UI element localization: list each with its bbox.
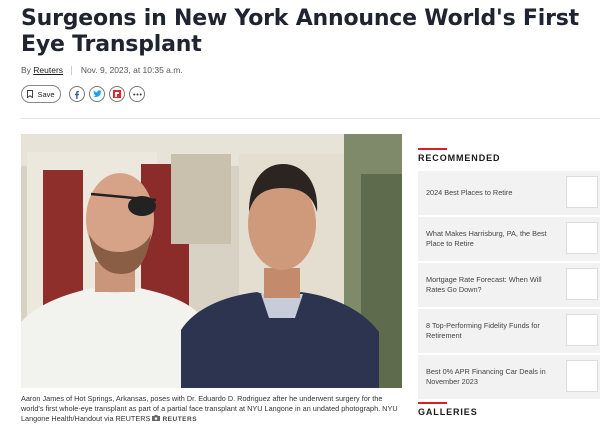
camera-icon <box>152 415 161 421</box>
byline-divider <box>71 66 73 76</box>
recommended-item[interactable]: 8 Top-Performing Fidelity Funds for Reti… <box>418 309 600 354</box>
author-link[interactable]: Reuters <box>33 65 63 75</box>
twitter-icon <box>92 90 102 97</box>
recommended-list: 2024 Best Places to Retire What Makes Ha… <box>418 171 600 401</box>
recommended-item[interactable]: What Makes Harrisburg, PA, the Best Plac… <box>418 217 600 262</box>
recommended-item-thumbnail[interactable] <box>566 222 598 254</box>
byline: By Reuters Nov. 9, 2023, at 10:35 a.m. <box>21 65 183 76</box>
save-label: Save <box>37 89 55 99</box>
recommended-item-title[interactable]: 8 Top-Performing Fidelity Funds for Reti… <box>426 309 561 353</box>
more-share-button[interactable] <box>129 86 145 102</box>
recommended-item-thumbnail[interactable] <box>566 268 598 300</box>
recommended-item[interactable]: Mortgage Rate Forecast: When Will Rates … <box>418 263 600 308</box>
recommended-item-thumbnail[interactable] <box>566 360 598 392</box>
header-divider <box>21 118 600 119</box>
save-button[interactable]: Save <box>21 85 61 103</box>
recommended-item-thumbnail[interactable] <box>566 314 598 346</box>
recommended-item[interactable]: Best 0% APR Financing Car Deals in Novem… <box>418 355 600 400</box>
flipboard-share-button[interactable] <box>109 86 125 102</box>
article-title: Surgeons in New York Announce World's Fi… <box>21 6 579 57</box>
recommended-item-thumbnail[interactable] <box>566 176 598 208</box>
recommended-item[interactable]: 2024 Best Places to Retire <box>418 171 600 216</box>
recommended-item-title[interactable]: What Makes Harrisburg, PA, the Best Plac… <box>426 217 561 261</box>
article-actions: Save <box>21 84 149 104</box>
recommended-heading: RECOMMENDED <box>418 153 501 163</box>
galleries-heading: GALLERIES <box>418 407 478 417</box>
recommended-item-title[interactable]: 2024 Best Places to Retire <box>426 171 561 215</box>
recommended-accent-bar <box>418 148 447 150</box>
more-icon <box>132 93 142 95</box>
flipboard-icon <box>113 90 121 98</box>
publish-date: Nov. 9, 2023, at 10:35 a.m. <box>80 65 183 75</box>
recommended-item-title[interactable]: Mortgage Rate Forecast: When Will Rates … <box>426 263 561 307</box>
twitter-share-button[interactable] <box>89 86 105 102</box>
photo-caption: Aaron James of Hot Springs, Arkansas, po… <box>21 394 406 425</box>
galleries-accent-bar <box>418 402 447 404</box>
caption-text: Aaron James of Hot Springs, Arkansas, po… <box>21 394 398 423</box>
bookmark-icon <box>27 90 34 98</box>
article-photo <box>21 134 402 388</box>
byline-prefix: By <box>21 65 31 75</box>
photo-credit: REUTERS <box>162 416 198 423</box>
recommended-item-title[interactable]: Best 0% APR Financing Car Deals in Novem… <box>426 355 561 399</box>
facebook-icon <box>75 90 79 99</box>
facebook-share-button[interactable] <box>69 86 85 102</box>
